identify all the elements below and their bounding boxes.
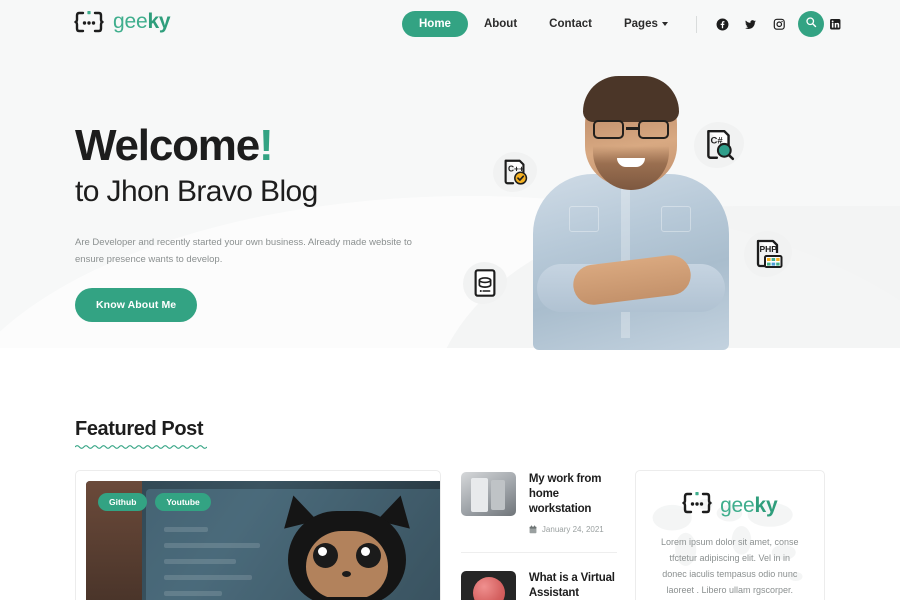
hero-title-word: Welcome	[75, 121, 260, 170]
nav-item-home[interactable]: Home	[402, 11, 468, 37]
octocat-mascot-icon	[272, 491, 422, 600]
featured-post-image: Github Youtube	[86, 481, 440, 600]
brackets-dots-logo-icon	[74, 10, 104, 34]
csharp-badge-icon: C#	[694, 122, 744, 168]
nav-divider	[695, 15, 697, 33]
database-badge-icon	[463, 262, 507, 304]
wavy-underline-icon	[75, 445, 207, 449]
nav-item-contact[interactable]: Contact	[533, 11, 608, 37]
nav-item-about[interactable]: About	[468, 11, 533, 37]
nav-item-pages[interactable]: Pages	[608, 11, 684, 37]
php-badge-icon: PHP	[744, 231, 792, 277]
twitter-icon[interactable]	[737, 11, 765, 37]
sidebar-wordmark: geeky	[720, 493, 778, 518]
nav-item-pages-label: Pages	[623, 18, 658, 30]
featured-cards-row: Github Youtube My work from home worksta…	[75, 470, 825, 600]
search-icon	[805, 15, 817, 33]
hero-title-exclamation: !	[258, 121, 274, 170]
sidebar-word-bold: ky	[754, 493, 778, 517]
post-title: What is a Virtual Assistant	[528, 572, 615, 599]
hero-paragraph: Are Developer and recently started your …	[75, 237, 412, 265]
header-social-links	[709, 11, 849, 37]
page-root: geeky Home About Contact Pages Welcome! …	[0, 0, 900, 600]
site-header: geeky Home About Contact Pages	[0, 0, 900, 48]
hero-content: Welcome! to Jhon Bravo Blog Are Develope…	[75, 122, 505, 322]
sidebar-description: Lorem ipsum dolor sit amet, conse tfctet…	[661, 537, 799, 595]
sidebar-word-light: gee	[720, 493, 755, 517]
featured-post-list: My work from home workstation January 24…	[441, 470, 635, 600]
hero-photo	[525, 76, 735, 350]
search-button[interactable]	[798, 11, 824, 37]
post-thumbnail	[460, 571, 516, 600]
post-date: January 24, 2021	[541, 525, 604, 534]
photo-shirt-pocket-left	[569, 206, 599, 232]
featured-section-title: Featured Post	[75, 418, 204, 440]
tag-github[interactable]: Github	[98, 493, 148, 511]
logo-wordmark: geeky	[113, 10, 171, 34]
calendar-icon	[529, 525, 537, 534]
post-meta: January 24, 2021	[529, 525, 617, 534]
chevron-down-icon	[661, 22, 668, 26]
brackets-dots-logo-icon	[682, 491, 712, 520]
tag-youtube[interactable]: Youtube	[155, 493, 211, 511]
cpp-badge-icon: C++	[493, 152, 537, 192]
site-logo[interactable]: geeky	[74, 10, 171, 34]
linkedin-icon[interactable]	[821, 11, 849, 37]
post-thumbnail	[460, 472, 516, 516]
main-navigation: Home About Contact Pages	[402, 11, 849, 37]
featured-post-tags: Github Youtube	[98, 493, 211, 511]
svg-text:PHP: PHP	[760, 244, 778, 254]
photo-glasses	[591, 120, 671, 140]
sidebar-about-widget: geeky Lorem ipsum dolor sit amet, conse …	[634, 470, 825, 600]
photo-shirt-pocket-right	[661, 206, 691, 232]
featured-main-card[interactable]: Github Youtube	[75, 470, 441, 600]
instagram-icon[interactable]	[765, 11, 793, 37]
sidebar-logo: geeky	[652, 491, 808, 520]
post-title: My work from home workstation	[528, 473, 602, 515]
list-item[interactable]: What is a Virtual Assistant January 24, …	[460, 552, 617, 600]
facebook-icon[interactable]	[709, 11, 737, 37]
hero-subtitle: to Jhon Bravo Blog	[75, 175, 318, 208]
know-about-me-button[interactable]: Know About Me	[75, 288, 198, 322]
photo-hair	[583, 76, 679, 122]
logo-word-light: gee	[113, 10, 148, 33]
hero-title: Welcome!	[75, 122, 505, 170]
logo-word-bold: ky	[147, 10, 171, 33]
list-item[interactable]: My work from home workstation January 24…	[460, 470, 617, 552]
